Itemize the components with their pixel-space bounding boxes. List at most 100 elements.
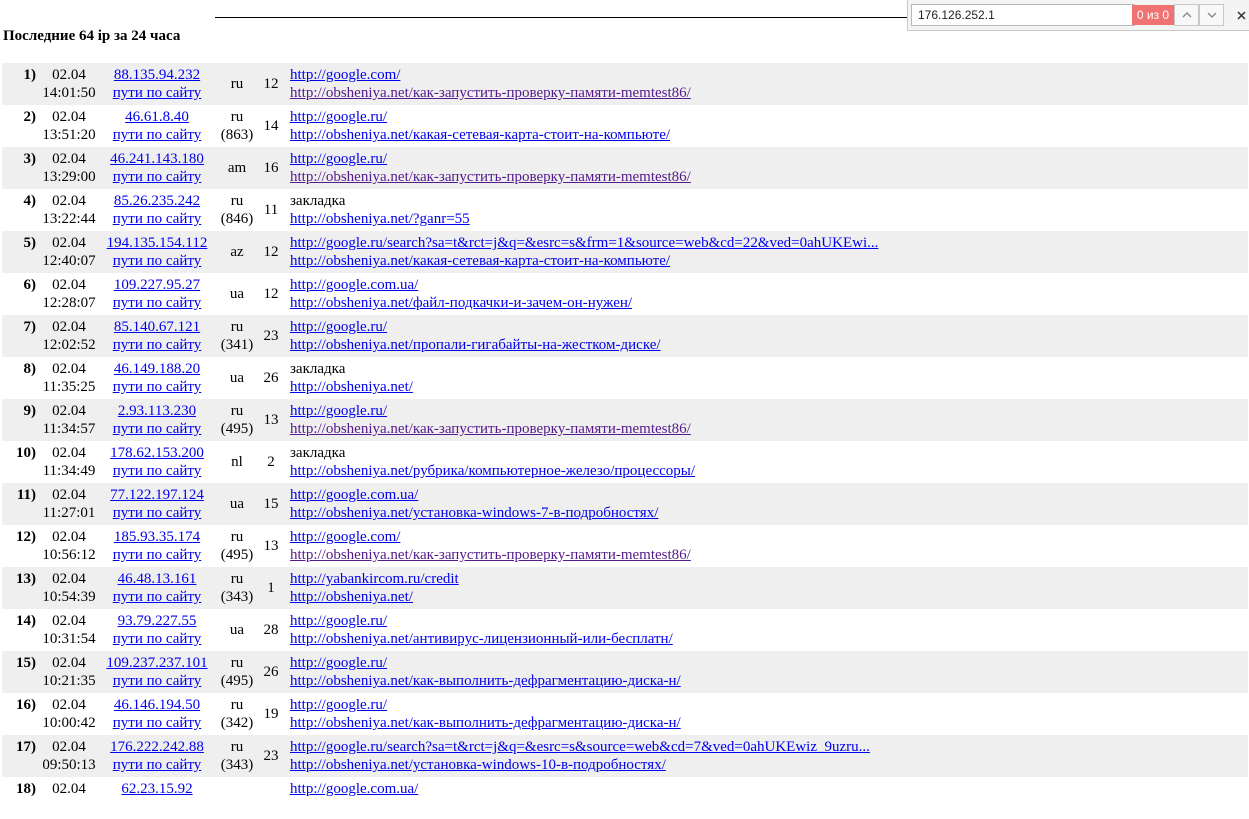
landing-page-link[interactable]: http://obsheniya.net/какая-сетевая-карта… <box>290 252 878 270</box>
site-paths-link[interactable]: пути по сайту <box>102 462 212 480</box>
visit-time: 09:50:13 <box>42 757 96 773</box>
find-close-button[interactable] <box>1233 4 1249 26</box>
ip-link[interactable]: 46.149.188.20 <box>102 360 212 378</box>
site-paths-link[interactable]: пути по сайту <box>102 504 212 522</box>
landing-page-link[interactable]: http://obsheniya.net/установка-windows-1… <box>290 756 870 774</box>
ip-link[interactable]: 93.79.227.55 <box>102 612 212 630</box>
country-code: ua <box>229 496 245 512</box>
ip-link[interactable]: 46.241.143.180 <box>102 150 212 168</box>
landing-page-link[interactable]: http://obsheniya.net/установка-windows-7… <box>290 504 658 522</box>
referrer-link[interactable]: http://google.com/ <box>290 66 691 84</box>
referrer-link[interactable]: http://google.com.ua/ <box>290 780 418 798</box>
landing-page-link[interactable]: http://obsheniya.net/пропали-гигабайты-н… <box>290 336 661 354</box>
site-paths-link[interactable]: пути по сайту <box>102 378 212 396</box>
site-paths-link[interactable]: пути по сайту <box>102 630 212 648</box>
visit-datetime: 02.04 13:22:44 <box>37 192 101 228</box>
site-paths-link[interactable]: пути по сайту <box>102 336 212 354</box>
find-previous-button[interactable] <box>1174 4 1199 26</box>
site-paths-link[interactable]: пути по сайту <box>102 126 212 144</box>
site-paths-link[interactable]: пути по сайту <box>102 672 212 690</box>
ip-link[interactable]: 85.26.235.242 <box>102 192 212 210</box>
country-visit-count: (341) <box>220 337 254 353</box>
country-code: ru <box>230 319 244 335</box>
pages-viewed: 28 <box>263 622 279 638</box>
visitor-ip-cell: 46.61.8.40 пути по сайту <box>102 108 212 144</box>
ip-link[interactable]: 176.222.242.88 <box>102 738 212 756</box>
landing-page-link[interactable]: http://obsheniya.net/как-запустить-прове… <box>290 168 691 186</box>
landing-page-link[interactable]: http://obsheniya.net/ <box>290 378 413 396</box>
referrer-link[interactable]: http://google.ru/search?sa=t&rct=j&q=&es… <box>290 234 878 252</box>
visit-date: 02.04 <box>52 697 86 713</box>
visitor-ip-cell: 2.93.113.230 пути по сайту <box>102 402 212 438</box>
site-paths-link[interactable]: пути по сайту <box>102 84 212 102</box>
ip-link[interactable]: 109.237.237.101 <box>102 654 212 672</box>
country-cell: ru (342) <box>218 696 256 732</box>
referrer-cell: http://google.ru/http://obsheniya.net/ан… <box>290 612 673 648</box>
landing-page-link[interactable]: http://obsheniya.net/как-запустить-прове… <box>290 546 691 564</box>
pages-viewed: 12 <box>263 76 279 92</box>
find-next-button[interactable] <box>1199 4 1224 26</box>
ip-link[interactable]: 85.140.67.121 <box>102 318 212 336</box>
ip-link[interactable]: 194.135.154.112 <box>102 234 212 252</box>
referrer-link[interactable]: http://google.ru/ <box>290 654 681 672</box>
site-paths-link[interactable]: пути по сайту <box>102 714 212 732</box>
chevron-down-icon <box>1207 12 1216 18</box>
referrer-link[interactable]: http://yabankircom.ru/credit <box>290 570 459 588</box>
ip-link[interactable]: 109.227.95.27 <box>102 276 212 294</box>
landing-page-link[interactable]: http://obsheniya.net/как-выполнить-дефра… <box>290 672 681 690</box>
row-number: 3) <box>23 151 37 167</box>
landing-page-link[interactable]: http://obsheniya.net/антивирус-лицензион… <box>290 630 673 648</box>
ip-link[interactable]: 178.62.153.200 <box>102 444 212 462</box>
landing-page-link[interactable]: http://obsheniya.net/как-запустить-прове… <box>290 420 691 438</box>
landing-page-link[interactable]: http://obsheniya.net/файл-подкачки-и-зач… <box>290 294 632 312</box>
ip-link[interactable]: 62.23.15.92 <box>102 780 212 798</box>
visitor-ip-cell: 176.222.242.88 пути по сайту <box>102 738 212 774</box>
referrer-link[interactable]: http://google.ru/ <box>290 402 691 420</box>
site-paths-link[interactable]: пути по сайту <box>102 756 212 774</box>
landing-page-link[interactable]: http://obsheniya.net/как-запустить-прове… <box>290 84 691 102</box>
site-paths-link[interactable]: пути по сайту <box>102 420 212 438</box>
visit-datetime: 02.04 13:29:00 <box>37 150 101 186</box>
site-paths-link[interactable]: пути по сайту <box>102 210 212 228</box>
referrer-link[interactable]: http://google.com.ua/ <box>290 486 658 504</box>
visit-date: 02.04 <box>52 655 86 671</box>
table-row: 10) 02.04 11:34:49 178.62.153.200 пути по са… <box>2 441 1248 483</box>
site-paths-link[interactable]: пути по сайту <box>102 252 212 270</box>
visit-time: 11:27:01 <box>42 505 96 521</box>
row-number: 12) <box>16 529 36 545</box>
referrer-link[interactable]: http://google.ru/ <box>290 150 691 168</box>
table-row: 5) 02.04 12:40:07 194.135.154.112 пути по са… <box>2 231 1248 273</box>
referrer-cell: http://google.ru/http://obsheniya.net/ка… <box>290 696 681 732</box>
landing-page-link[interactable]: http://obsheniya.net/?ganr=55 <box>290 210 470 228</box>
ip-link[interactable]: 88.135.94.232 <box>102 66 212 84</box>
referrer-link[interactable]: http://google.ru/ <box>290 612 673 630</box>
ip-link[interactable]: 46.61.8.40 <box>102 108 212 126</box>
find-input[interactable] <box>911 4 1135 26</box>
close-icon <box>1236 11 1246 20</box>
ip-link[interactable]: 2.93.113.230 <box>102 402 212 420</box>
referrer-link[interactable]: http://google.ru/search?sa=t&rct=j&q=&es… <box>290 738 870 756</box>
referrer-link[interactable]: http://google.com.ua/ <box>290 276 632 294</box>
referrer-link[interactable]: http://google.ru/ <box>290 696 681 714</box>
landing-page-link[interactable]: http://obsheniya.net/ <box>290 588 459 606</box>
referrer-link[interactable]: http://google.com/ <box>290 528 691 546</box>
referrer-link[interactable]: http://google.ru/ <box>290 108 670 126</box>
ip-link[interactable]: 77.122.197.124 <box>102 486 212 504</box>
site-paths-link[interactable]: пути по сайту <box>102 168 212 186</box>
visit-datetime: 02.04 10:00:42 <box>37 696 101 732</box>
referrer-cell: закладка http://obsheniya.net/?ganr=55 <box>290 192 470 228</box>
country-visit-count: (343) <box>220 757 254 773</box>
ip-link[interactable]: 46.146.194.50 <box>102 696 212 714</box>
referrer-bookmark: закладка <box>290 445 346 461</box>
landing-page-link[interactable]: http://obsheniya.net/какая-сетевая-карта… <box>290 126 670 144</box>
visit-time: 13:22:44 <box>42 211 96 227</box>
ip-link[interactable]: 185.93.35.174 <box>102 528 212 546</box>
referrer-link[interactable]: http://google.ru/ <box>290 318 661 336</box>
landing-page-link[interactable]: http://obsheniya.net/рубрика/компьютерно… <box>290 462 695 480</box>
site-paths-link[interactable]: пути по сайту <box>102 294 212 312</box>
landing-page-link[interactable]: http://obsheniya.net/как-выполнить-дефра… <box>290 714 681 732</box>
site-paths-link[interactable]: пути по сайту <box>102 588 212 606</box>
visitor-ip-cell: 109.237.237.101 пути по сайту <box>102 654 212 690</box>
ip-link[interactable]: 46.48.13.161 <box>102 570 212 588</box>
site-paths-link[interactable]: пути по сайту <box>102 546 212 564</box>
